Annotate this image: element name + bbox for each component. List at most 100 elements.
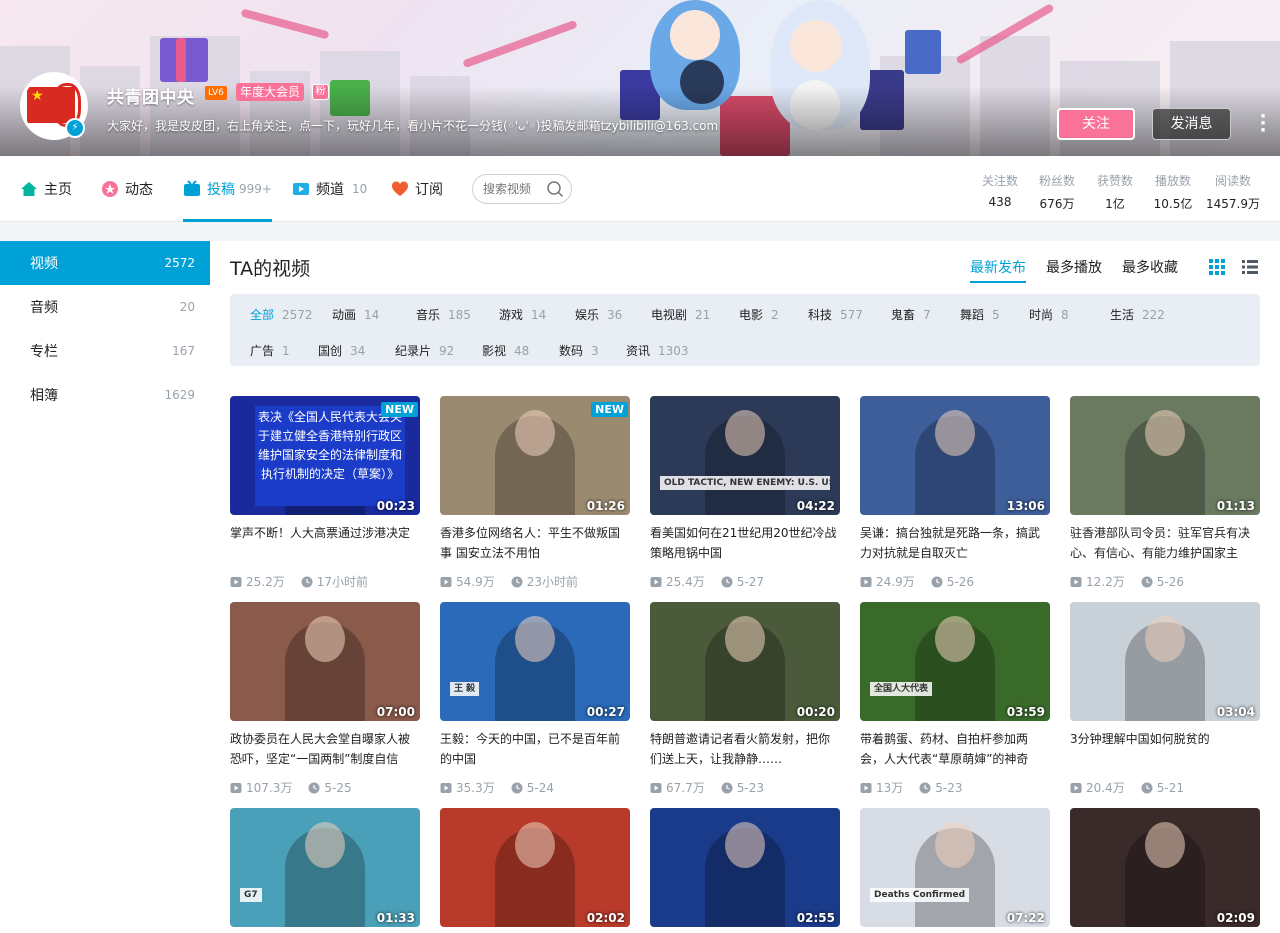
video-card[interactable]: 02:55: [650, 808, 840, 927]
video-title[interactable]: 驻香港部队司令员：驻军官兵有决心、有信心、有能力维护国家主: [1070, 523, 1260, 563]
clock-icon: [511, 782, 523, 793]
video-card[interactable]: 02:02: [440, 808, 630, 927]
search-icon[interactable]: [546, 180, 564, 198]
video-title[interactable]: 香港多位网络名人：平生不做叛国事 国安立法不用怕: [440, 523, 630, 563]
clock-icon: [511, 576, 523, 587]
video-thumbnail[interactable]: 02:09: [1070, 808, 1260, 927]
video-thumbnail[interactable]: 00:20: [650, 602, 840, 721]
filter-tag-count: 1: [282, 344, 290, 358]
filter-tag[interactable]: 电影 2: [739, 306, 779, 323]
video-card[interactable]: 13:06 吴谦：搞台独就是死路一条，搞武力对抗就是自取灭亡 24.9万 5-26: [860, 396, 1050, 590]
play-count-icon: [1070, 782, 1082, 793]
video-thumbnail[interactable]: G7 01:33: [230, 808, 420, 927]
tab-home-label: 主页: [44, 182, 72, 198]
video-thumbnail[interactable]: 13:06: [860, 396, 1050, 515]
sort-most-favorited[interactable]: 最多收藏: [1122, 257, 1178, 277]
video-thumbnail[interactable]: NEW 01:26: [440, 396, 630, 515]
video-title[interactable]: 吴谦：搞台独就是死路一条，搞武力对抗就是自取灭亡: [860, 523, 1050, 563]
video-meta: 20.4万 5-21: [1070, 779, 1260, 796]
video-thumbnail[interactable]: Deaths Confirmed 07:22: [860, 808, 1050, 927]
tab-dynamic[interactable]: 动态: [101, 156, 153, 222]
video-title[interactable]: 带着鹅蛋、药材、自拍杆参加两会，人大代表“草原萌婶”的神奇: [860, 729, 1050, 769]
video-thumbnail[interactable]: OLD TACTIC, NEW ENEMY: U.S. USING COLD-W…: [650, 396, 840, 515]
sort-latest[interactable]: 最新发布: [970, 257, 1026, 283]
search-input[interactable]: [483, 180, 543, 198]
video-thumbnail[interactable]: 01:13: [1070, 396, 1260, 515]
sidebar-item-video[interactable]: 视频 2572: [0, 241, 210, 285]
video-thumbnail[interactable]: 全国人大代表 03:59: [860, 602, 1050, 721]
filter-tag[interactable]: 数码 3: [559, 342, 599, 359]
filter-tag[interactable]: 舞蹈 5: [960, 306, 1000, 323]
filter-tag[interactable]: 广告 1: [250, 342, 290, 359]
grid-view-icon[interactable]: [1209, 259, 1225, 275]
sidebar-item-count: 167: [172, 344, 195, 358]
filter-tag[interactable]: 音乐 185: [416, 306, 471, 323]
filter-tag-label: 广告: [250, 344, 275, 358]
video-thumbnail[interactable]: 王 毅 00:27: [440, 602, 630, 721]
list-view-icon[interactable]: [1242, 259, 1258, 275]
video-search[interactable]: [472, 174, 572, 204]
video-duration: 01:26: [586, 499, 625, 513]
video-card[interactable]: 02:09: [1070, 808, 1260, 927]
sidebar-item-albums[interactable]: 相簿 1629: [0, 373, 210, 417]
sidebar-item-audio[interactable]: 音频 20: [0, 285, 210, 329]
filter-tag[interactable]: 鬼畜 7: [891, 306, 931, 323]
video-title[interactable]: 特朗普邀请记者看火箭发射，把你们送上天，让我静静……: [650, 729, 840, 769]
video-card[interactable]: 表决《全国人民代表大会关于建立健全香港特别行政区维护国家安全的法律制度和执行机制…: [230, 396, 420, 590]
filter-tag[interactable]: 时尚 8: [1029, 306, 1069, 323]
page-title: TA的视频: [230, 258, 311, 280]
filter-tag-count: 7: [923, 308, 931, 322]
video-thumbnail[interactable]: 07:00: [230, 602, 420, 721]
video-title[interactable]: 王毅：今天的中国，已不是百年前的中国: [440, 729, 630, 769]
video-thumbnail[interactable]: 03:04: [1070, 602, 1260, 721]
tab-home[interactable]: 主页: [20, 156, 72, 222]
sort-most-played[interactable]: 最多播放: [1046, 257, 1102, 277]
filter-tag[interactable]: 游戏 14: [499, 306, 546, 323]
tab-channels[interactable]: 频道 10: [292, 156, 367, 222]
filter-tag-count: 21: [695, 308, 711, 322]
message-button[interactable]: 发消息: [1152, 108, 1231, 140]
video-title[interactable]: 看美国如何在21世纪用20世纪冷战策略甩锅中国: [650, 523, 840, 563]
filter-tag[interactable]: 科技 577: [808, 306, 863, 323]
video-card[interactable]: 01:13 驻香港部队司令员：驻军官兵有决心、有信心、有能力维护国家主 12.2万 5…: [1070, 396, 1260, 590]
video-title[interactable]: 政协委员在人民大会堂自曝家人被恐吓，坚定“一国两制”制度自信: [230, 729, 420, 769]
video-card[interactable]: 00:20 特朗普邀请记者看火箭发射，把你们送上天，让我静静…… 67.7万 5-23: [650, 602, 840, 796]
tab-uploads-count: 999+: [239, 182, 272, 196]
video-card[interactable]: NEW 01:26 香港多位网络名人：平生不做叛国事 国安立法不用怕 54.9万 23小…: [440, 396, 630, 590]
video-duration: 01:33: [376, 911, 415, 925]
filter-tag[interactable]: 纪录片 92: [395, 342, 454, 359]
filter-tag-count: 577: [840, 308, 863, 322]
video-card[interactable]: OLD TACTIC, NEW ENEMY: U.S. USING COLD-W…: [650, 396, 840, 590]
tab-subscriptions[interactable]: 订阅: [391, 156, 443, 222]
filter-tag-label: 游戏: [499, 308, 524, 322]
filter-tag[interactable]: 生活 222: [1110, 306, 1165, 323]
filter-tag[interactable]: 国创 34: [318, 342, 365, 359]
video-card[interactable]: G7 01:33: [230, 808, 420, 927]
video-thumbnail[interactable]: 02:02: [440, 808, 630, 927]
filter-tag[interactable]: 影视 48: [482, 342, 529, 359]
content-sidebar: 视频 2572 音频 20 专栏 167 相簿 1629: [0, 241, 210, 933]
video-card[interactable]: 03:04 3分钟理解中国如何脱贫的 20.4万 5-21: [1070, 602, 1260, 796]
filter-tag[interactable]: 电视剧 21: [651, 306, 710, 323]
more-options-icon[interactable]: · · ·: [1259, 108, 1267, 140]
tab-uploads[interactable]: 投稿 999+: [183, 156, 272, 222]
video-card[interactable]: 全国人大代表 03:59 带着鹅蛋、药材、自拍杆参加两会，人大代表“草原萌婶”的神奇…: [860, 602, 1050, 796]
video-thumbnail[interactable]: 02:55: [650, 808, 840, 927]
username: 共青团中央: [107, 88, 195, 108]
video-thumbnail[interactable]: 表决《全国人民代表大会关于建立健全香港特别行政区维护国家安全的法律制度和执行机制…: [230, 396, 420, 515]
fan-badge[interactable]: 粉: [312, 84, 329, 100]
vip-badge[interactable]: 年度大会员: [236, 83, 305, 101]
video-title[interactable]: 掌声不断！人大高票通过涉港决定: [230, 523, 420, 563]
filter-tag[interactable]: 全部 2572: [250, 306, 313, 323]
video-title[interactable]: 3分钟理解中国如何脱贫的: [1070, 729, 1260, 769]
filter-tag[interactable]: 动画 14: [332, 306, 379, 323]
filter-tag[interactable]: 资讯 1303: [626, 342, 689, 359]
video-card[interactable]: 07:00 政协委员在人民大会堂自曝家人被恐吓，坚定“一国两制”制度自信 107.3…: [230, 602, 420, 796]
filter-tag-label: 鬼畜: [891, 308, 916, 322]
filter-tag[interactable]: 娱乐 36: [575, 306, 622, 323]
sidebar-item-articles[interactable]: 专栏 167: [0, 329, 210, 373]
video-card[interactable]: Deaths Confirmed 07:22: [860, 808, 1050, 927]
video-card[interactable]: 王 毅 00:27 王毅：今天的中国，已不是百年前的中国 35.3万 5-24: [440, 602, 630, 796]
video-duration: 00:23: [376, 499, 415, 513]
follow-button[interactable]: 关注: [1057, 108, 1135, 140]
